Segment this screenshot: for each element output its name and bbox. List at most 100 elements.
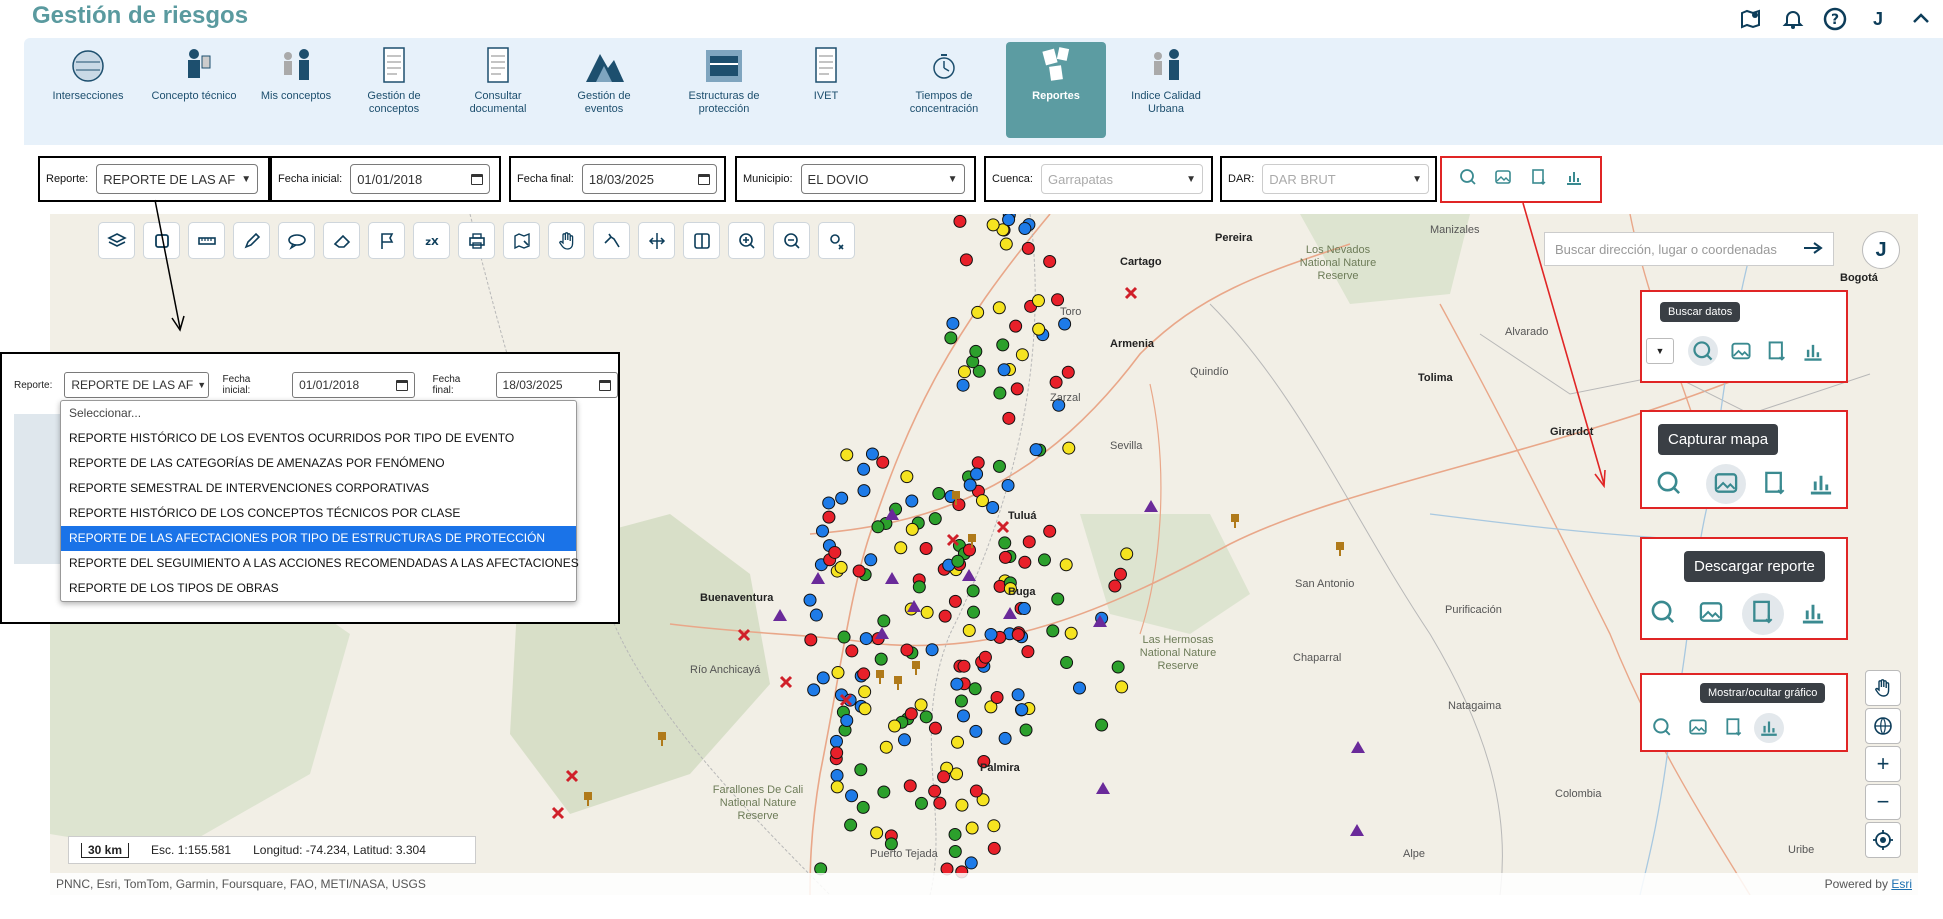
chart-icon[interactable] bbox=[1800, 599, 1826, 625]
calendar-icon[interactable] bbox=[471, 173, 484, 185]
eraser-icon[interactable] bbox=[323, 222, 360, 259]
esri-link[interactable]: Esri bbox=[1891, 877, 1912, 891]
image-icon[interactable] bbox=[1698, 599, 1724, 625]
dropdown-option[interactable]: REPORTE DE LAS CATEGORÍAS DE AMENAZAS PO… bbox=[61, 451, 576, 476]
chevron-up-icon[interactable] bbox=[1907, 5, 1935, 33]
locate-icon[interactable] bbox=[1865, 822, 1901, 858]
image-icon[interactable] bbox=[1713, 470, 1739, 496]
chart-icon[interactable] bbox=[1802, 340, 1824, 362]
module-label: Gestión de conceptos bbox=[367, 90, 421, 115]
split-icon[interactable] bbox=[638, 222, 675, 259]
map-edit-icon[interactable] bbox=[503, 222, 540, 259]
user-avatar[interactable]: J bbox=[1863, 4, 1893, 34]
tool-icon[interactable] bbox=[593, 222, 630, 259]
dropdown-option[interactable]: REPORTE DE LOS TIPOS DE OBRAS bbox=[61, 576, 576, 601]
callout-buscar-datos: Buscar datos ▼ bbox=[1640, 290, 1848, 383]
calendar-icon[interactable] bbox=[599, 379, 611, 391]
dropdown-option[interactable]: REPORTE HISTÓRICO DE LOS CONCEPTOS TÉCNI… bbox=[61, 501, 576, 526]
chart-icon[interactable] bbox=[1808, 470, 1834, 496]
print-icon[interactable] bbox=[458, 222, 495, 259]
tooltip-mostrar-grafico: Mostrar/ocultar gráfico bbox=[1700, 683, 1826, 703]
event-marker bbox=[971, 305, 985, 319]
globe-icon[interactable] bbox=[1865, 708, 1901, 744]
download-report-icon[interactable] bbox=[1766, 340, 1788, 362]
zoom-out-button[interactable]: − bbox=[1865, 784, 1901, 820]
download-report-icon[interactable] bbox=[1724, 717, 1744, 737]
pan-hand-icon[interactable] bbox=[548, 222, 585, 259]
fecha-inicial-input[interactable]: 01/01/2018 bbox=[350, 164, 491, 194]
event-marker bbox=[1015, 348, 1029, 362]
cuenca-select[interactable]: Garrapatas ▼ bbox=[1040, 164, 1203, 194]
event-marker bbox=[1062, 441, 1076, 455]
attribution-text: PNNC, Esri, TomTom, Garmin, Foursquare, … bbox=[56, 877, 426, 891]
module-reportes[interactable]: Reportes bbox=[1006, 42, 1106, 138]
search-icon[interactable] bbox=[1459, 168, 1477, 191]
notification-bell-icon[interactable] bbox=[1779, 5, 1807, 33]
event-marker bbox=[1032, 322, 1046, 336]
map-search-input[interactable]: Buscar dirección, lugar o coordenadas bbox=[1544, 232, 1834, 266]
chart-icon[interactable] bbox=[1565, 168, 1583, 191]
event-marker bbox=[948, 845, 962, 859]
pin-marker bbox=[658, 732, 666, 746]
dropdown-placeholder[interactable]: Seleccionar... bbox=[61, 401, 576, 426]
calendar-icon[interactable] bbox=[395, 379, 408, 391]
module-gestión-de-conceptos[interactable]: Gestión de conceptos bbox=[344, 42, 444, 138]
zoom-out-icon[interactable] bbox=[773, 222, 810, 259]
event-marker bbox=[1018, 555, 1032, 569]
event-marker bbox=[912, 580, 926, 594]
zoom-in-button[interactable]: + bbox=[1865, 746, 1901, 782]
layers-icon[interactable] bbox=[98, 222, 135, 259]
fecha-final-input[interactable]: 18/03/2025 bbox=[581, 164, 717, 194]
municipio-select[interactable]: EL DOVIO ▼ bbox=[800, 164, 965, 194]
help-icon[interactable]: ? bbox=[1821, 5, 1849, 33]
event-marker bbox=[877, 614, 891, 628]
download-report-icon[interactable] bbox=[1750, 599, 1776, 625]
map-pin-icon[interactable] bbox=[1737, 5, 1765, 33]
reporte-dropdown-list[interactable]: Seleccionar... REPORTE HISTÓRICO DE LOS E… bbox=[60, 400, 579, 602]
calendar-icon[interactable] bbox=[697, 173, 710, 185]
module-ivet[interactable]: IVET bbox=[776, 42, 876, 138]
event-marker bbox=[858, 685, 872, 699]
pencil-icon[interactable] bbox=[233, 222, 270, 259]
square-select-icon[interactable] bbox=[143, 222, 180, 259]
settings-icon[interactable] bbox=[818, 222, 855, 259]
module-gestión-de-eventos[interactable]: Gestión de eventos bbox=[554, 42, 654, 138]
module-intersecciones[interactable]: Intersecciones bbox=[38, 42, 138, 138]
download-report-icon[interactable] bbox=[1530, 168, 1548, 191]
pan-hand-icon[interactable] bbox=[1865, 670, 1901, 706]
chat-bubble-icon[interactable] bbox=[278, 222, 315, 259]
download-report-icon[interactable] bbox=[1762, 470, 1788, 496]
image-icon[interactable] bbox=[1688, 717, 1708, 737]
search-icon[interactable] bbox=[1656, 470, 1682, 496]
inset-reporte-select[interactable]: REPORTE DE LAS AF ▼ bbox=[64, 372, 209, 398]
map-user-avatar[interactable]: J bbox=[1862, 231, 1900, 269]
dropdown-option[interactable]: REPORTE HISTÓRICO DE LOS EVENTOS OCURRID… bbox=[61, 426, 576, 451]
image-icon[interactable] bbox=[1494, 168, 1512, 191]
event-marker bbox=[948, 594, 962, 608]
ruler-icon[interactable] bbox=[188, 222, 225, 259]
module-concepto-técnico[interactable]: Concepto técnico bbox=[144, 42, 244, 138]
search-icon[interactable] bbox=[1692, 340, 1714, 362]
search-icon[interactable] bbox=[1652, 717, 1672, 737]
inset-fecha-final-input[interactable]: 18/03/2025 bbox=[495, 372, 618, 398]
module-estructuras-de-protección[interactable]: Estructuras de protección bbox=[674, 42, 774, 138]
zoom-in-icon[interactable] bbox=[728, 222, 765, 259]
coordinate-icon[interactable]: zX bbox=[413, 222, 450, 259]
chevron-down-icon[interactable]: ▼ bbox=[1646, 338, 1674, 364]
module-tiempos-de-concentración[interactable]: Tiempos de concentración bbox=[894, 42, 994, 138]
dropdown-option[interactable]: REPORTE DE LAS AFECTACIONES POR TIPO DE … bbox=[61, 526, 576, 551]
inset-fecha-inicial-input[interactable]: 01/01/2018 bbox=[292, 372, 415, 398]
dar-select[interactable]: DAR BRUT ▼ bbox=[1262, 164, 1429, 194]
image-icon[interactable] bbox=[1730, 340, 1752, 362]
dropdown-option[interactable]: REPORTE DEL SEGUIMIENTO A LAS ACCIONES R… bbox=[61, 551, 579, 576]
chart-icon[interactable] bbox=[1759, 717, 1779, 737]
compare-icon[interactable] bbox=[683, 222, 720, 259]
dropdown-option[interactable]: REPORTE SEMESTRAL DE INTERVENCIONES CORP… bbox=[61, 476, 576, 501]
flag-icon[interactable] bbox=[368, 222, 405, 259]
module-indice-calidad-urbana[interactable]: Indice Calidad Urbana bbox=[1116, 42, 1216, 138]
module-mis-conceptos[interactable]: Mis conceptos bbox=[246, 42, 346, 138]
send-icon[interactable] bbox=[1803, 241, 1823, 258]
module-consultar-documental[interactable]: Consultar documental bbox=[448, 42, 548, 138]
reporte-select[interactable]: REPORTE DE LAS AF ▼ bbox=[96, 164, 259, 194]
search-icon[interactable] bbox=[1650, 599, 1676, 625]
